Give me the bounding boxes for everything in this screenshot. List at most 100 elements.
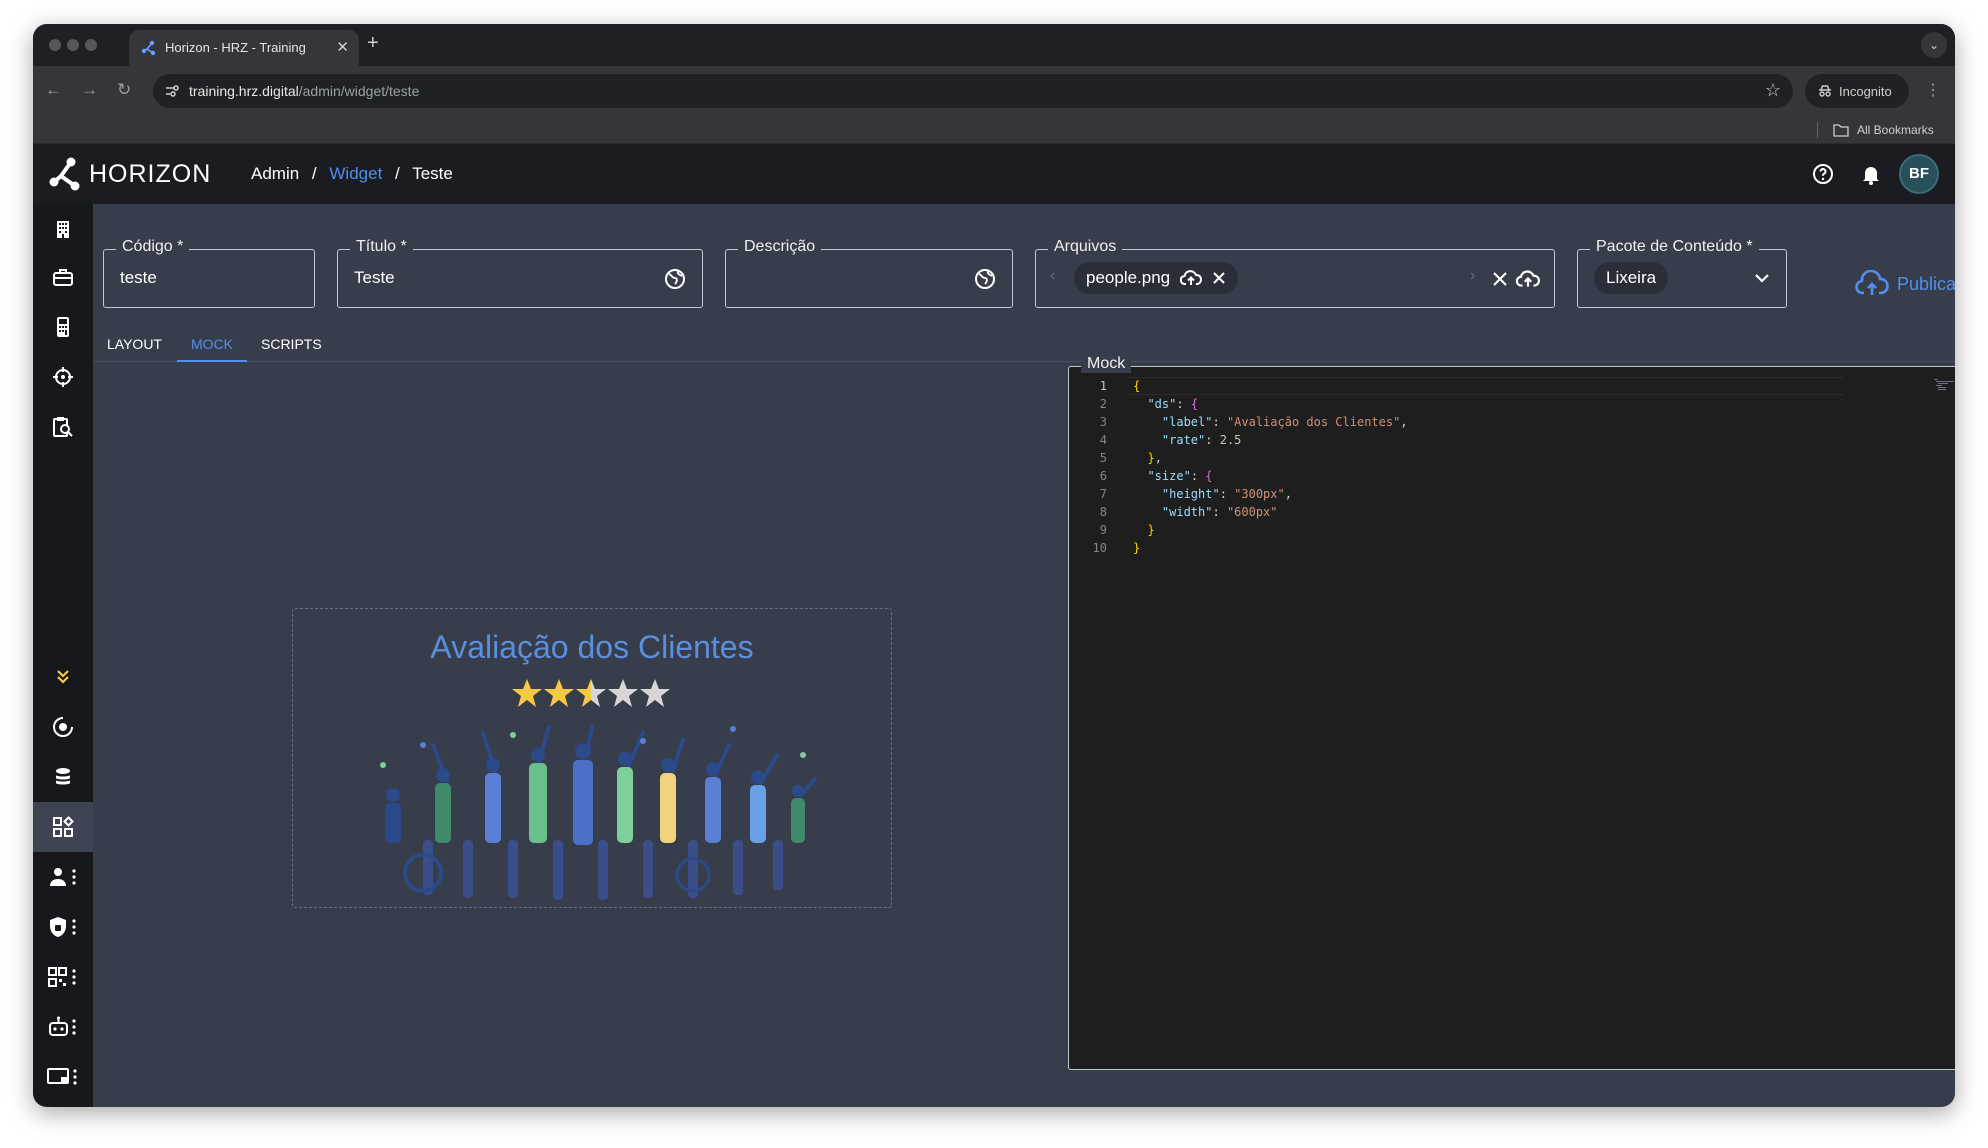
sidebar-item-calculator[interactable] [33,302,93,352]
arquivos-field[interactable]: Arquivos ‹ people.png › [1035,238,1555,308]
bookmark-star-icon[interactable]: ☆ [1765,80,1781,101]
help-icon[interactable] [1811,162,1835,186]
code-line[interactable]: 6 "size": { [1071,467,1955,485]
chevron-down-icon[interactable] [1754,272,1770,284]
upload-files-icon[interactable] [1516,269,1540,289]
user-avatar[interactable]: BF [1899,154,1939,194]
notifications-bell-icon[interactable] [1859,162,1883,186]
chip-scroll-left-icon[interactable]: ‹ [1050,267,1055,285]
new-tab-icon[interactable]: + [367,32,379,55]
sidebar-collapse-toggle[interactable] [33,652,93,702]
qr-menu-icon [48,967,76,987]
browser-menu-icon[interactable]: ⋮ [1925,80,1941,100]
forward-arrow-icon[interactable]: → [81,80,98,100]
code-line[interactable]: 9 } [1071,521,1955,539]
sidebar-item-tracking[interactable] [33,352,93,402]
file-chip[interactable]: people.png [1074,262,1239,294]
window-minimize-dot[interactable] [67,39,79,51]
incognito-badge[interactable]: Incognito [1805,74,1909,108]
sidebar-item-security[interactable] [33,902,93,952]
address-bar[interactable]: training.hrz.digital/admin/widget/teste … [153,74,1793,108]
globe-icon[interactable] [664,268,686,290]
window-zoom-dot[interactable] [85,39,97,51]
tab-search-chevron-icon[interactable]: ⌄ [1921,32,1947,58]
sidebar-item-companies[interactable] [33,204,93,254]
code-line[interactable]: 7 "height": "300px", [1071,485,1955,503]
pacote-field[interactable]: Pacote de Conteúdo * Lixeira [1577,238,1787,308]
close-tab-icon[interactable]: ✕ [336,38,349,56]
code-text: { [1133,379,1141,393]
tab-layout[interactable]: LAYOUT [107,336,162,352]
descricao-label: Descrição [738,238,822,256]
sidebar-item-widgets[interactable] [33,802,93,852]
back-arrow-icon[interactable]: ← [45,80,62,100]
remove-file-icon[interactable] [1212,271,1226,285]
breadcrumb: Admin / Widget / Teste [251,164,461,184]
url-path: /admin/widget/teste [298,83,420,99]
star-icon [576,679,606,707]
breadcrumb-widget[interactable]: Widget [329,164,382,183]
codigo-field[interactable]: Código * teste [103,238,315,308]
sidebar-item-reports[interactable] [33,402,93,452]
browser-toolbar: ← → ↻ training.hrz.digital/admin/widget/… [33,66,1955,116]
sidebar-item-users[interactable] [33,852,93,902]
incognito-icon [1819,85,1831,97]
code-line[interactable]: 2 "ds": { [1071,395,1955,413]
tab-mock[interactable]: MOCK [191,336,233,352]
titulo-input[interactable]: Teste [354,268,395,288]
incognito-label: Incognito [1839,84,1892,99]
star-icon [640,679,670,707]
code-line[interactable]: 3 "label": "Avaliação dos Clientes", [1071,413,1955,431]
crosshair-icon [53,367,73,387]
url-host: training.hrz.digital [189,83,299,99]
brand-name[interactable]: HORIZON [89,160,211,189]
bookmarks-bar: All Bookmarks [33,116,1955,144]
active-tab-indicator [177,360,247,362]
window-close-dot[interactable] [49,39,61,51]
line-number: 1 [1099,379,1107,393]
globe-icon[interactable] [974,268,996,290]
json-code-editor[interactable]: 1{2 "ds": {3 "label": "Avaliação dos Cli… [1071,377,1955,1067]
main-content: Código * teste Título * Teste Descrição … [93,204,1955,1107]
sidebar-item-portfolio[interactable] [33,252,93,302]
editor-tabs: LAYOUT MOCK SCRIPTS [93,322,1955,362]
code-line[interactable]: 4 "rate": 2.5 [1071,431,1955,449]
breadcrumb-teste: Teste [412,164,453,183]
breadcrumb-admin[interactable]: Admin [251,164,299,183]
descricao-field[interactable]: Descrição [725,238,1013,308]
star-icon [512,679,542,707]
code-text: "rate": 2.5 [1161,433,1242,447]
cloud-upload-icon[interactable] [1180,269,1203,287]
reload-icon[interactable]: ↻ [117,80,131,100]
pacote-select-chip[interactable]: Lixeira [1594,262,1669,294]
code-text: "width": "600px" [1161,505,1278,519]
code-line[interactable]: 8 "width": "600px" [1071,503,1955,521]
chevrons-down-icon [57,670,69,684]
browser-tab[interactable]: Horizon - HRZ - Training ✕ [129,30,359,66]
sidebar-item-datasources[interactable] [33,752,93,802]
codigo-input[interactable]: teste [120,268,157,288]
sidebar-item-bots[interactable] [33,1002,93,1052]
target-circle-icon [53,716,74,737]
building-icon [57,221,69,238]
tab-scripts[interactable]: SCRIPTS [261,336,322,352]
all-bookmarks-link[interactable]: All Bookmarks [1857,123,1934,137]
code-line[interactable]: 1{ [1071,377,1955,395]
codigo-label: Código * [116,238,190,256]
site-settings-icon[interactable] [163,82,181,100]
sidebar-item-monitor[interactable] [33,702,93,752]
titulo-field[interactable]: Título * Teste [337,238,703,308]
arquivos-label: Arquivos [1048,238,1123,256]
sidebar-item-screens[interactable] [33,1052,93,1102]
chip-scroll-right-icon[interactable]: › [1470,267,1475,285]
file-chip-label: people.png [1086,268,1171,287]
publish-button[interactable]: Publicar [1855,270,1955,298]
horizon-logo-icon[interactable] [47,156,83,192]
code-line[interactable]: 10} [1071,539,1955,557]
code-line[interactable]: 5 }, [1071,449,1955,467]
mock-label: Mock [1081,355,1132,373]
clear-files-icon[interactable] [1492,271,1508,287]
screen-menu-icon [47,1068,77,1085]
cloud-upload-icon [1855,270,1889,295]
sidebar-item-qrcodes[interactable] [33,952,93,1002]
